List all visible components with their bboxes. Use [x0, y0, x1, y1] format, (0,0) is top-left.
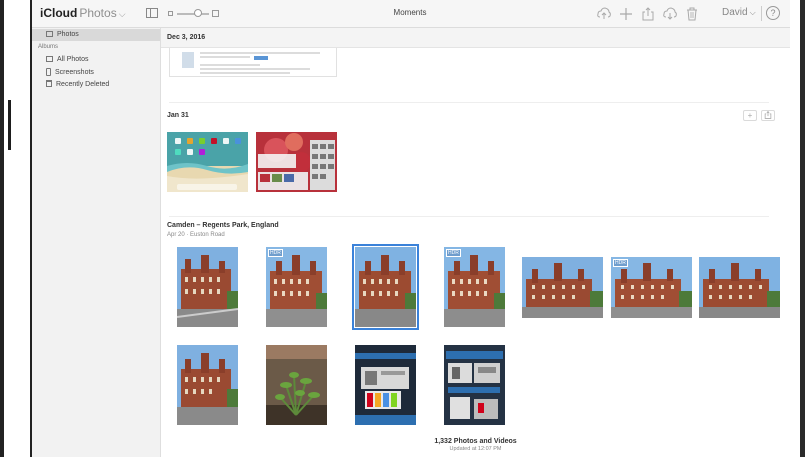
moments-view: Dec 3, 2016 Jan 31 + Camden – Regents Pa… — [161, 28, 790, 457]
phone-icon — [46, 68, 51, 76]
photo-thumbnail[interactable] — [256, 132, 337, 192]
sidebar-item-recently-deleted[interactable]: Recently Deleted — [46, 79, 109, 91]
share-icon[interactable] — [761, 110, 775, 121]
moment-title: Dec 3, 2016 — [167, 34, 206, 41]
app-switcher[interactable]: iCloud Photos ⌵ — [40, 6, 126, 20]
sidebar-toggle-icon[interactable] — [146, 8, 158, 18]
albums-heading: Albums — [38, 44, 59, 50]
upload-icon[interactable] — [594, 5, 614, 23]
view-title: Moments — [393, 8, 427, 17]
moment-title: Jan 31 — [167, 112, 189, 119]
section-divider — [169, 216, 769, 217]
zoom-out-icon — [168, 11, 173, 16]
hdr-badge: HDR — [446, 249, 461, 257]
photo-thumbnail[interactable] — [167, 132, 248, 192]
sidebar: Photos Albums All Photos Screenshots Rec… — [32, 28, 161, 457]
toolbar-divider — [761, 6, 762, 21]
photo-thumbnail[interactable]: HDR — [444, 247, 505, 327]
photo-thumbnail[interactable]: HDR — [266, 247, 327, 327]
add-to-album-icon[interactable]: + — [743, 110, 757, 121]
section-divider — [169, 102, 769, 103]
photo-thumbnail[interactable] — [522, 257, 603, 318]
help-icon[interactable]: ? — [766, 6, 780, 20]
brand-label: iCloud — [40, 6, 78, 20]
photos-icon — [46, 31, 53, 37]
sidebar-item-label: Photos — [57, 31, 79, 38]
moment-subtitle: Apr 20 · Euston Road — [167, 232, 225, 238]
zoom-track — [177, 13, 209, 15]
photo-thumbnail[interactable]: HDR — [611, 257, 692, 318]
sidebar-item-label: Screenshots — [55, 69, 94, 76]
desktop-edge-right — [790, 0, 805, 457]
icloud-photos-window: iCloud Photos ⌵ Moments David ⌵ ? Photos… — [32, 0, 790, 457]
hdr-badge: HDR — [268, 249, 283, 257]
sidebar-item-photos-label[interactable]: Photos — [46, 29, 79, 41]
desktop-edge-left — [0, 0, 32, 457]
zoom-knob[interactable] — [194, 9, 202, 17]
sidebar-item-all-photos[interactable]: All Photos — [46, 54, 89, 66]
sidebar-item-label: Recently Deleted — [56, 81, 110, 88]
trash-icon — [46, 80, 52, 87]
moment-title: Camden – Regents Park, England — [167, 222, 279, 229]
account-menu[interactable]: David ⌵ — [722, 7, 756, 18]
app-label: Photos — [79, 6, 117, 20]
sticky-date-header — [161, 28, 790, 48]
toolbar: iCloud Photos ⌵ Moments David ⌵ ? — [32, 0, 790, 28]
share-icon[interactable] — [638, 5, 658, 23]
photo-thumbnail[interactable] — [177, 345, 238, 425]
photo-thumbnail[interactable] — [699, 257, 780, 318]
chevron-down-icon: ⌵ — [749, 8, 756, 17]
photo-thumbnail[interactable] — [177, 247, 238, 327]
sidebar-item-label: All Photos — [57, 56, 89, 63]
add-icon[interactable] — [616, 5, 636, 23]
user-name: David — [722, 7, 748, 18]
trash-icon[interactable] — [682, 5, 702, 23]
photo-count: 1,332 Photos and Videos — [434, 438, 517, 445]
photo-thumbnail[interactable] — [169, 48, 337, 77]
hdr-badge: HDR — [613, 259, 628, 267]
photo-thumbnail-selected[interactable] — [352, 244, 419, 330]
zoom-in-icon — [212, 10, 219, 17]
photo-thumbnail[interactable] — [444, 345, 505, 425]
download-icon[interactable] — [660, 5, 680, 23]
photo-thumbnail[interactable] — [355, 345, 416, 425]
album-icon — [46, 56, 53, 62]
last-updated: Updated at 12:07 PM — [449, 446, 502, 452]
zoom-slider[interactable] — [168, 9, 220, 19]
chevron-down-icon: ⌵ — [118, 9, 126, 19]
sidebar-item-screenshots[interactable]: Screenshots — [46, 67, 94, 79]
photo-thumbnail[interactable] — [266, 345, 327, 425]
library-summary: 1,332 Photos and Videos Updated at 12:07… — [161, 438, 790, 452]
